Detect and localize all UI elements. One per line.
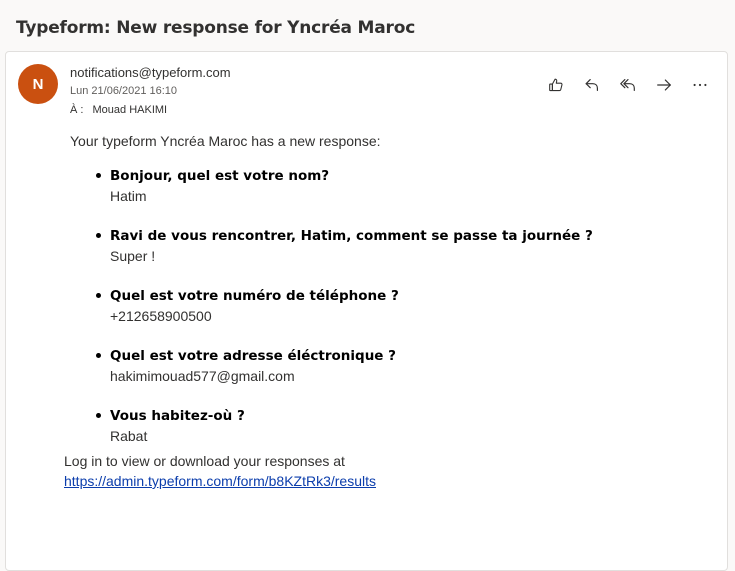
answer-text: +212658900500 bbox=[110, 308, 212, 324]
message-card: N notifications@typeform.com Lun 21/06/2… bbox=[5, 51, 728, 571]
footer-text: Log in to view or download your response… bbox=[64, 453, 345, 469]
reply-all-icon[interactable] bbox=[615, 72, 641, 98]
sender-avatar[interactable]: N bbox=[18, 64, 58, 104]
question-text: Bonjour, quel est votre nom? bbox=[110, 168, 330, 184]
results-link[interactable]: https://admin.typeform.com/form/b8KZtRk3… bbox=[64, 473, 376, 489]
sender-email[interactable]: notifications@typeform.com bbox=[70, 65, 231, 80]
answer-text: Super ! bbox=[110, 248, 156, 264]
recipient-name[interactable]: Mouad HAKIMI bbox=[93, 104, 168, 116]
reply-icon[interactable] bbox=[579, 72, 605, 98]
footer: Log in to view or download your response… bbox=[64, 451, 376, 491]
list-item: Vous habitez-où ? Rabat bbox=[96, 406, 690, 446]
more-icon[interactable] bbox=[687, 72, 713, 98]
like-icon[interactable] bbox=[543, 72, 569, 98]
list-item: Bonjour, quel est votre nom? Hatim bbox=[96, 166, 690, 206]
list-item: Quel est votre numéro de téléphone ? +21… bbox=[96, 286, 690, 326]
message-body: Your typeform Yncréa Maroc has a new res… bbox=[70, 132, 690, 466]
intro-text: Your typeform Yncréa Maroc has a new res… bbox=[70, 133, 381, 149]
forward-icon[interactable] bbox=[651, 72, 677, 98]
to-label: À : bbox=[70, 104, 84, 116]
list-item: Quel est votre adresse éléctronique ? ha… bbox=[96, 346, 690, 386]
question-text: Vous habitez-où ? bbox=[110, 408, 245, 424]
question-text: Quel est votre numéro de téléphone ? bbox=[110, 288, 399, 304]
email-subject: Typeform: New response for Yncréa Maroc bbox=[16, 18, 416, 38]
recipient-row: À : Mouad HAKIMI bbox=[70, 104, 167, 116]
response-list: Bonjour, quel est votre nom? Hatim Ravi … bbox=[70, 166, 690, 446]
list-item: Ravi de vous rencontrer, Hatim, comment … bbox=[96, 226, 690, 266]
answer-text: hakimimouad577@gmail.com bbox=[110, 368, 295, 384]
message-date: Lun 21/06/2021 16:10 bbox=[70, 85, 178, 97]
answer-text: Rabat bbox=[110, 428, 148, 444]
message-actions bbox=[543, 72, 713, 98]
answer-text: Hatim bbox=[110, 188, 147, 204]
question-text: Ravi de vous rencontrer, Hatim, comment … bbox=[110, 228, 593, 244]
question-text: Quel est votre adresse éléctronique ? bbox=[110, 348, 396, 364]
